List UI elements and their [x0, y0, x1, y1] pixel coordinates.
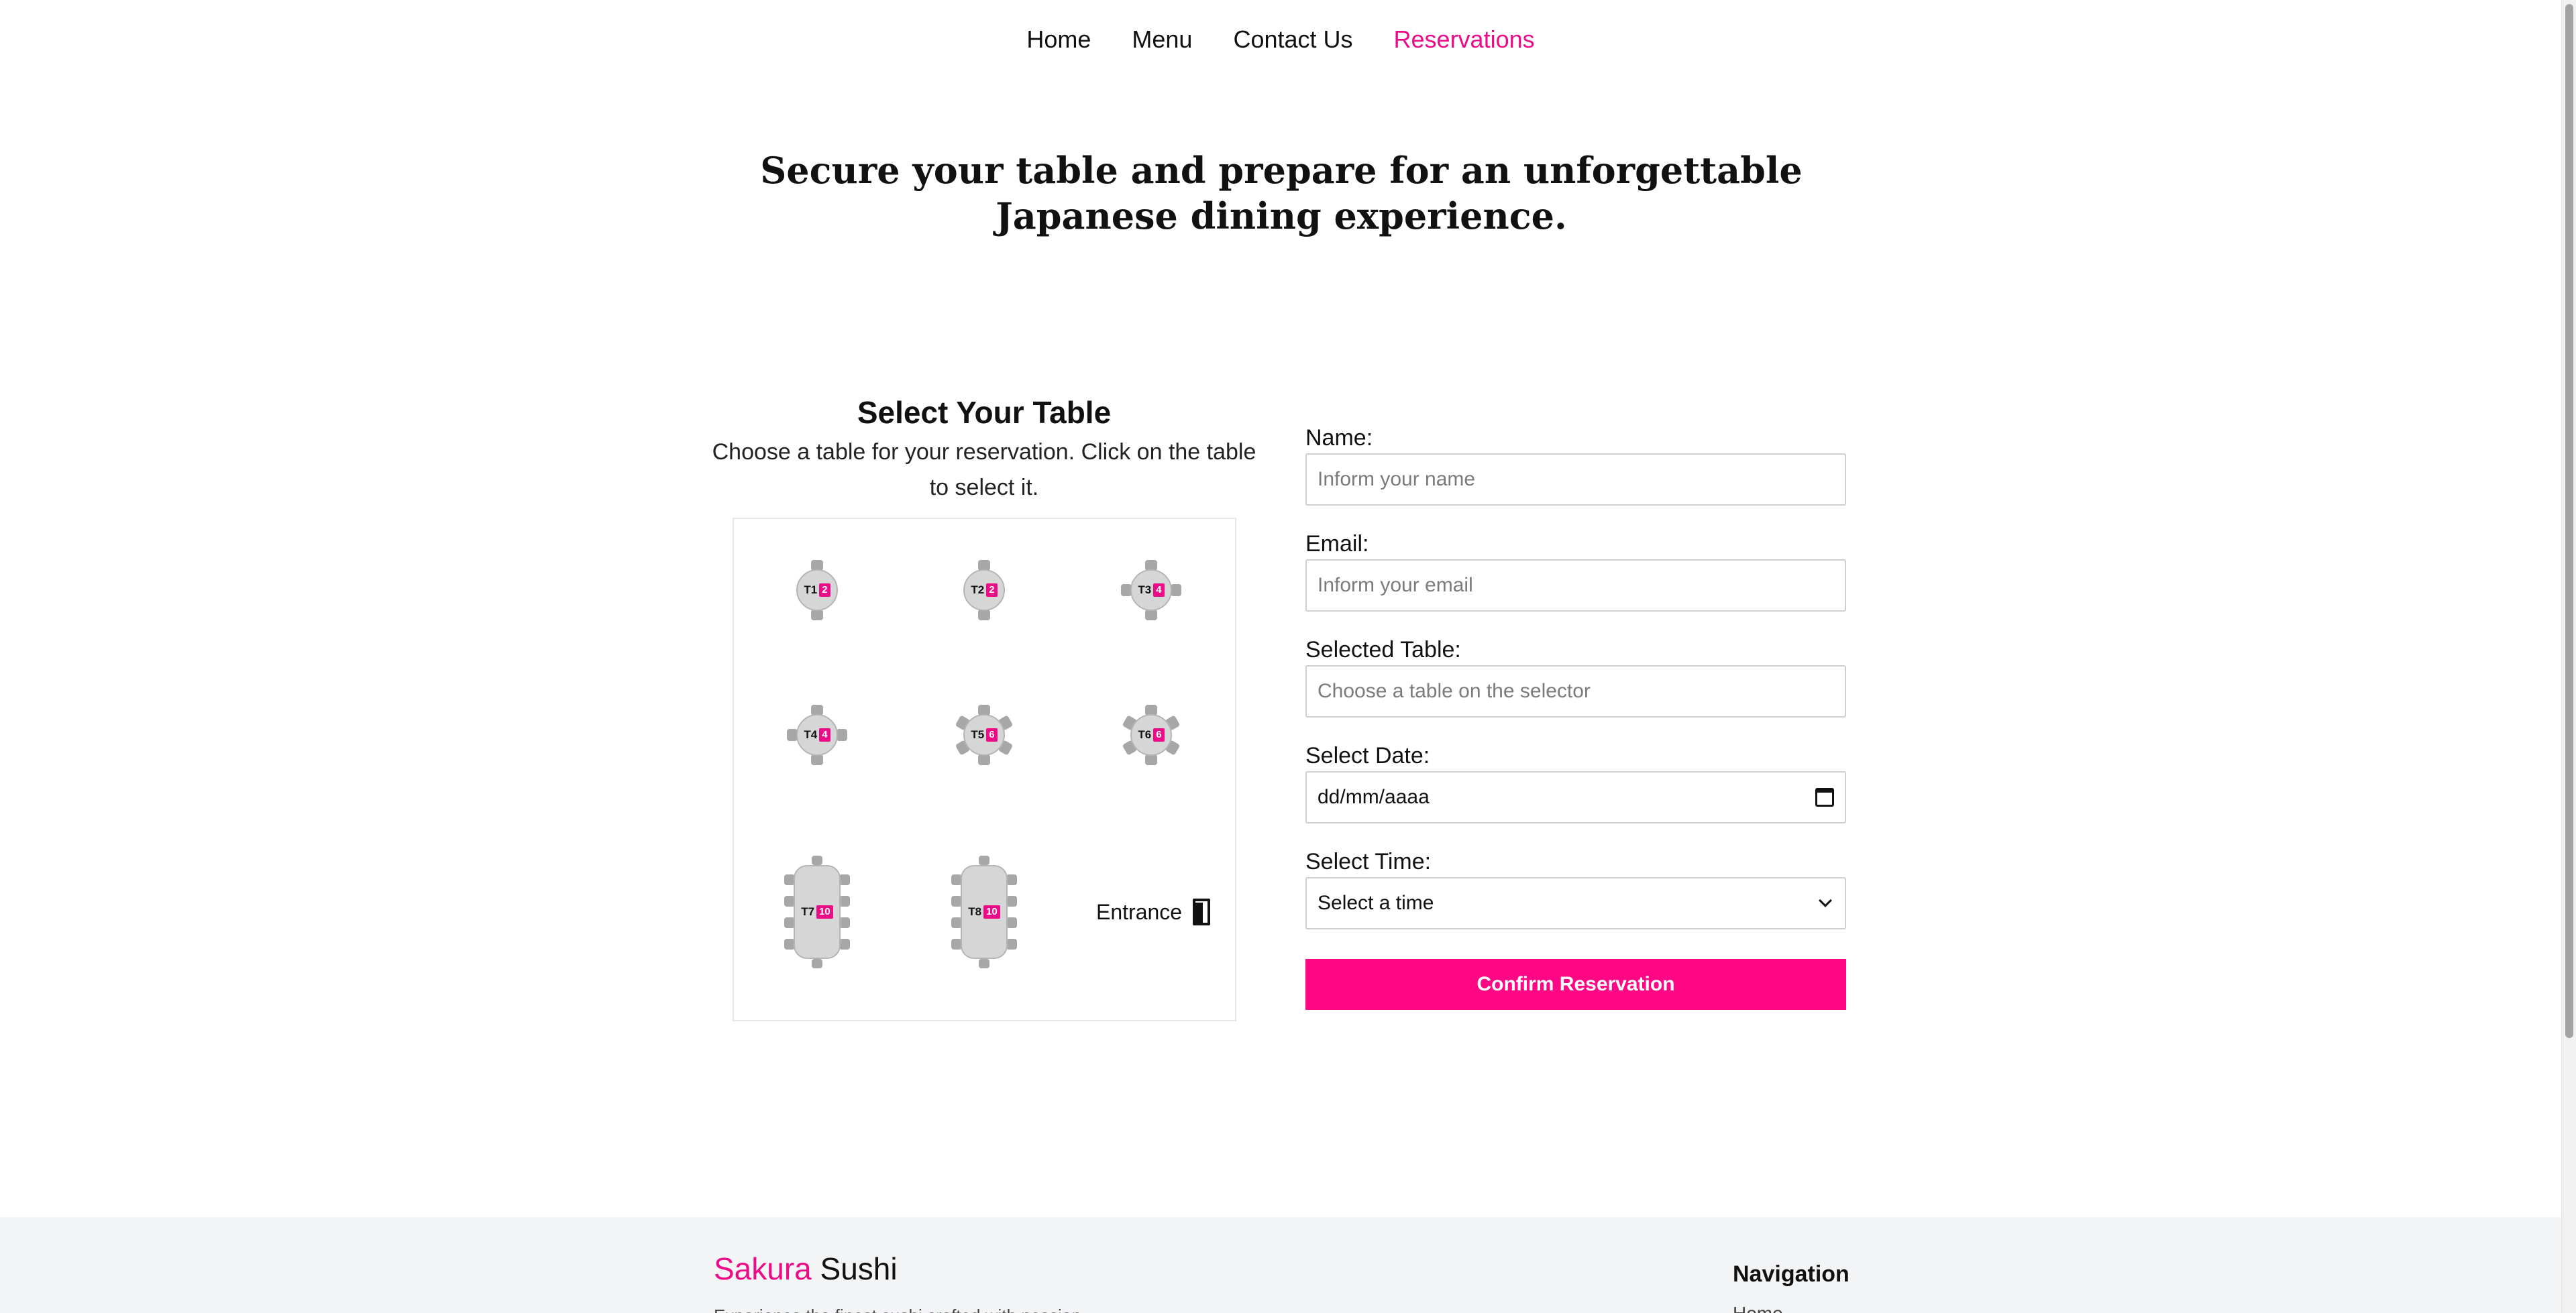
table-8[interactable]: T8 10: [946, 855, 1022, 969]
table-top[interactable]: T3 4: [1130, 569, 1172, 611]
confirm-reservation-button[interactable]: Confirm Reservation: [1305, 959, 1846, 1010]
table-selector-description: Choose a table for your reservation. Cli…: [712, 439, 1256, 500]
table-4[interactable]: T4 4: [783, 701, 851, 769]
page-scrollbar[interactable]: [2561, 0, 2576, 1313]
table-2[interactable]: T2 2: [950, 556, 1018, 624]
footer-tagline: Experience the finest sushi crafted with…: [714, 1306, 1081, 1313]
email-input[interactable]: [1318, 561, 1834, 610]
brand-rest: Sushi: [820, 1251, 898, 1286]
table-top[interactable]: T2 2: [963, 569, 1005, 611]
footer-navigation-heading: Navigation: [1733, 1261, 1849, 1287]
chair-icon: [1006, 874, 1017, 885]
scrollbar-thumb[interactable]: [2565, 4, 2573, 1038]
chair-icon: [811, 610, 823, 620]
chair-icon: [979, 959, 989, 968]
table-label: T1: [804, 583, 818, 596]
chair-icon: [1145, 754, 1157, 765]
chair-icon: [839, 874, 850, 885]
name-input[interactable]: [1318, 455, 1834, 504]
table-top[interactable]: T7 10: [794, 865, 841, 959]
seat-count-badge: 4: [1153, 583, 1165, 597]
email-field-box: [1305, 559, 1846, 612]
chair-icon: [839, 917, 850, 928]
time-label: Select Time:: [1305, 849, 1432, 874]
table-3[interactable]: T3 4: [1117, 556, 1185, 624]
table-label: T7: [801, 905, 815, 918]
chair-icon: [978, 754, 990, 765]
table-selector-title: Select Your Table: [857, 395, 1112, 430]
main-navigation: Home Menu Contact Us Reservations: [0, 0, 2561, 79]
seat-count-badge: 10: [983, 905, 1000, 919]
chair-icon: [812, 856, 822, 865]
table-label: T2: [971, 583, 985, 596]
name-field-box: [1305, 453, 1846, 506]
chair-icon: [978, 610, 990, 620]
chair-icon: [839, 939, 850, 950]
table-label: T8: [968, 905, 982, 918]
chevron-down-icon: [1819, 894, 1832, 907]
table-1[interactable]: T1 2: [783, 556, 851, 624]
chair-icon: [1006, 917, 1017, 928]
seat-count-badge: 4: [819, 728, 830, 742]
entrance-label: Entrance: [1096, 899, 1183, 924]
name-label: Name:: [1305, 425, 1373, 451]
brand-accent: Sakura: [714, 1251, 812, 1286]
table-label: T6: [1138, 728, 1152, 741]
chair-icon: [1145, 610, 1157, 620]
email-label: Email:: [1305, 531, 1369, 557]
seat-count-badge: 2: [986, 583, 998, 597]
entrance-marker: Entrance: [1096, 899, 1211, 925]
seat-count-badge: 10: [816, 905, 833, 919]
table-top[interactable]: T6 6: [1130, 714, 1172, 756]
chair-icon: [1171, 584, 1181, 596]
selected-table-field-box: [1305, 665, 1846, 718]
floor-plan: Entrance T1 2 T2 2 T3 4 T4 4 T5 6 T6 6 T7 10 T8 10: [733, 518, 1236, 1021]
date-input[interactable]: dd/mm/aaaa: [1305, 771, 1846, 823]
chair-icon: [1006, 896, 1017, 907]
seat-count-badge: 6: [1153, 728, 1165, 742]
footer-nav-home-link[interactable]: Home: [1733, 1303, 1783, 1313]
selected-table-input[interactable]: [1318, 667, 1834, 716]
table-6[interactable]: T6 6: [1117, 701, 1185, 769]
table-5[interactable]: T5 6: [950, 701, 1018, 769]
seat-count-badge: 2: [819, 583, 830, 597]
nav-home-link[interactable]: Home: [1026, 25, 1091, 54]
seat-count-badge: 6: [986, 728, 998, 742]
table-top[interactable]: T5 6: [963, 714, 1005, 756]
table-7[interactable]: T7 10: [779, 855, 855, 969]
table-top[interactable]: T4 4: [796, 714, 838, 756]
door-icon: [1193, 899, 1211, 925]
date-value: dd/mm/aaaa: [1318, 786, 1430, 808]
time-select[interactable]: Select a time: [1305, 877, 1846, 929]
table-label: T3: [1138, 583, 1152, 596]
nav-reservations-link[interactable]: Reservations: [1394, 25, 1535, 54]
table-top[interactable]: T8 10: [961, 865, 1008, 959]
footer: Sakura Sushi Experience the finest sushi…: [0, 1217, 2561, 1313]
selected-table-label: Selected Table:: [1305, 637, 1461, 663]
calendar-icon[interactable]: [1815, 788, 1834, 807]
nav-menu-link[interactable]: Menu: [1132, 25, 1192, 54]
table-top[interactable]: T1 2: [796, 569, 838, 611]
date-label: Select Date:: [1305, 743, 1430, 768]
time-select-value: Select a time: [1318, 892, 1434, 914]
table-label: T4: [804, 728, 818, 741]
chair-icon: [979, 856, 989, 865]
chair-icon: [811, 754, 823, 765]
chair-icon: [839, 896, 850, 907]
table-label: T5: [971, 728, 985, 741]
nav-contact-link[interactable]: Contact Us: [1233, 25, 1352, 54]
chair-icon: [812, 959, 822, 968]
chair-icon: [837, 729, 847, 741]
reservation-form: Name: Email: Selected Table: Select Date…: [1305, 422, 1846, 1010]
footer-brand: Sakura Sushi: [714, 1251, 898, 1287]
chair-icon: [1006, 939, 1017, 950]
hero-heading: Secure your table and prepare for an unf…: [760, 149, 1803, 237]
